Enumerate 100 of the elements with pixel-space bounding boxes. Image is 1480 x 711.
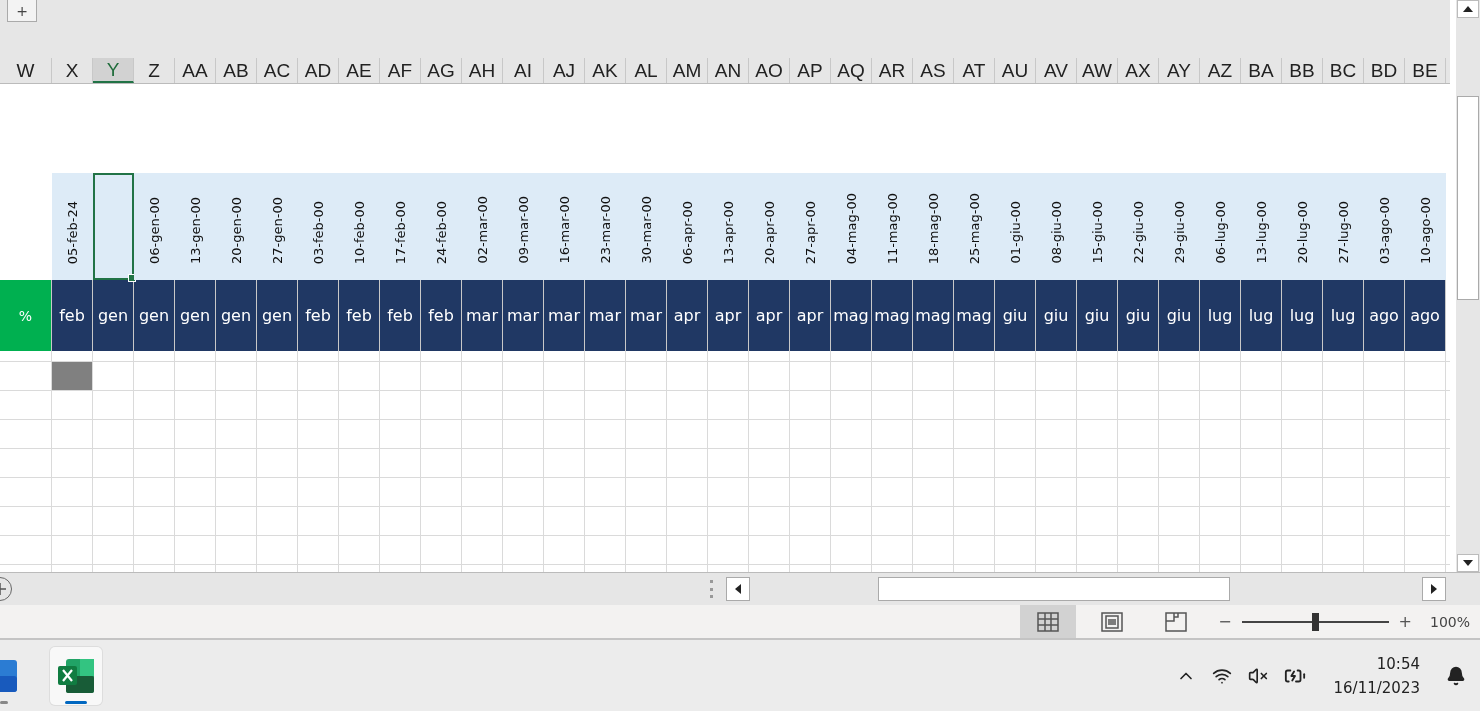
month-cell: apr — [708, 280, 749, 351]
scroll-down-button[interactable] — [1457, 554, 1479, 572]
date-text: 24-feb-00 — [434, 200, 449, 264]
date-text: 22-giu-00 — [1131, 201, 1146, 264]
zoom-in-button[interactable]: + — [1392, 612, 1418, 631]
date-text: 13-gen-00 — [188, 197, 203, 264]
month-cell: giu — [1036, 280, 1077, 351]
column-header[interactable]: AL — [626, 58, 667, 83]
muted-speaker-icon[interactable] — [1247, 665, 1268, 686]
month-cell: lug — [1323, 280, 1364, 351]
column-header[interactable]: BA — [1241, 58, 1282, 83]
column-header[interactable]: AN — [708, 58, 749, 83]
clock-date: 16/11/2023 — [1333, 677, 1420, 699]
date-text: 05-feb-24 — [65, 200, 80, 264]
column-header[interactable]: AT — [954, 58, 995, 83]
column-header[interactable]: AD — [298, 58, 339, 83]
column-header[interactable]: AE — [339, 58, 380, 83]
month-cell: feb — [339, 280, 380, 351]
column-header[interactable]: AK — [585, 58, 626, 83]
left-triangle-icon — [734, 584, 742, 594]
column-header[interactable]: AM — [667, 58, 708, 83]
splitter-handle[interactable] — [710, 580, 714, 598]
date-text: 27-lug-00 — [1336, 201, 1351, 264]
month-cell: feb — [421, 280, 462, 351]
scroll-right-button[interactable] — [1422, 577, 1446, 601]
column-header[interactable]: AG — [421, 58, 462, 83]
date-text: 20-gen-00 — [229, 197, 244, 264]
column-header[interactable]: AF — [380, 58, 421, 83]
month-cell: giu — [995, 280, 1036, 351]
zoom-thumb[interactable] — [1312, 612, 1320, 631]
column-header[interactable]: AZ — [1200, 58, 1241, 83]
scroll-up-button[interactable] — [1457, 0, 1479, 18]
date-text: 06-gen-00 — [147, 197, 162, 264]
grid-icon — [1037, 611, 1060, 632]
column-header[interactable]: BC — [1323, 58, 1364, 83]
month-cell: mar — [585, 280, 626, 351]
month-cell: feb — [380, 280, 421, 351]
month-cell: gen — [175, 280, 216, 351]
vertical-scroll-thumb[interactable] — [1457, 96, 1479, 300]
column-header[interactable]: BB — [1282, 58, 1323, 83]
add-button[interactable]: + — [7, 0, 37, 22]
column-header[interactable]: AH — [462, 58, 503, 83]
taskbar-app[interactable] — [50, 646, 102, 705]
column-header[interactable]: AC — [257, 58, 298, 83]
column-header[interactable]: AX — [1118, 58, 1159, 83]
date-text: 29-giu-00 — [1172, 201, 1187, 264]
column-header[interactable]: AY — [1159, 58, 1200, 83]
date-text: 01-giu-00 — [1008, 201, 1023, 264]
month-cell: gen — [134, 280, 175, 351]
month-cell: ago — [1364, 280, 1405, 351]
scroll-left-button[interactable] — [726, 577, 750, 601]
month-cell: mag — [831, 280, 872, 351]
month-cell: ago — [1405, 280, 1446, 351]
date-text: 11-mag-00 — [885, 192, 900, 264]
month-cell: mag — [954, 280, 995, 351]
column-header[interactable]: Y — [93, 58, 134, 83]
date-text: 17-feb-00 — [393, 200, 408, 264]
month-cell: lug — [1241, 280, 1282, 351]
column-header[interactable]: Z — [134, 58, 175, 83]
column-header[interactable]: AV — [1036, 58, 1077, 83]
month-cell: mar — [626, 280, 667, 351]
date-text: 27-gen-00 — [270, 197, 285, 264]
date-text: 25-mag-00 — [967, 192, 982, 264]
column-header[interactable]: AQ — [831, 58, 872, 83]
date-text: 04-mag-00 — [844, 192, 859, 264]
month-cell: mar — [462, 280, 503, 351]
column-header[interactable]: AW — [1077, 58, 1118, 83]
up-triangle-icon — [1463, 5, 1473, 13]
view-button[interactable] — [1020, 605, 1077, 638]
zoom-level[interactable]: 100% — [1429, 613, 1470, 630]
month-cell: gen — [93, 280, 134, 351]
cell-grid[interactable] — [0, 351, 1450, 572]
right-triangle-icon — [1430, 584, 1438, 594]
percent-cell: % — [0, 280, 52, 351]
date-text: 18-mag-00 — [926, 192, 941, 264]
column-header[interactable]: BD — [1364, 58, 1405, 83]
date-text: 08-giu-00 — [1049, 201, 1064, 264]
column-header[interactable]: BE — [1405, 58, 1446, 83]
column-header[interactable]: AI — [503, 58, 544, 83]
column-header[interactable]: AP — [790, 58, 831, 83]
month-cell: gen — [216, 280, 257, 351]
column-header[interactable]: AB — [216, 58, 257, 83]
column-header[interactable]: AJ — [544, 58, 585, 83]
column-header[interactable]: AO — [749, 58, 790, 83]
down-triangle-icon — [1463, 559, 1473, 567]
date-text: 03-ago-00 — [1377, 197, 1392, 264]
date-text: 23-mar-00 — [598, 196, 613, 264]
horizontal-scroll-thumb[interactable] — [878, 577, 1230, 601]
column-header[interactable]: AS — [913, 58, 954, 83]
column-header[interactable]: AU — [995, 58, 1036, 83]
date-text: 10-ago-00 — [1418, 197, 1433, 264]
column-header[interactable]: AA — [175, 58, 216, 83]
month-cell: gen — [257, 280, 298, 351]
zoom-out-button[interactable]: − — [1212, 612, 1238, 631]
bell-icon[interactable] — [1446, 665, 1466, 686]
column-header[interactable]: W — [0, 58, 52, 83]
date-text: 30-mar-00 — [639, 196, 654, 264]
date-text: 13-apr-00 — [721, 200, 736, 264]
page-icon — [1101, 611, 1124, 632]
column-header[interactable]: AR — [872, 58, 913, 83]
